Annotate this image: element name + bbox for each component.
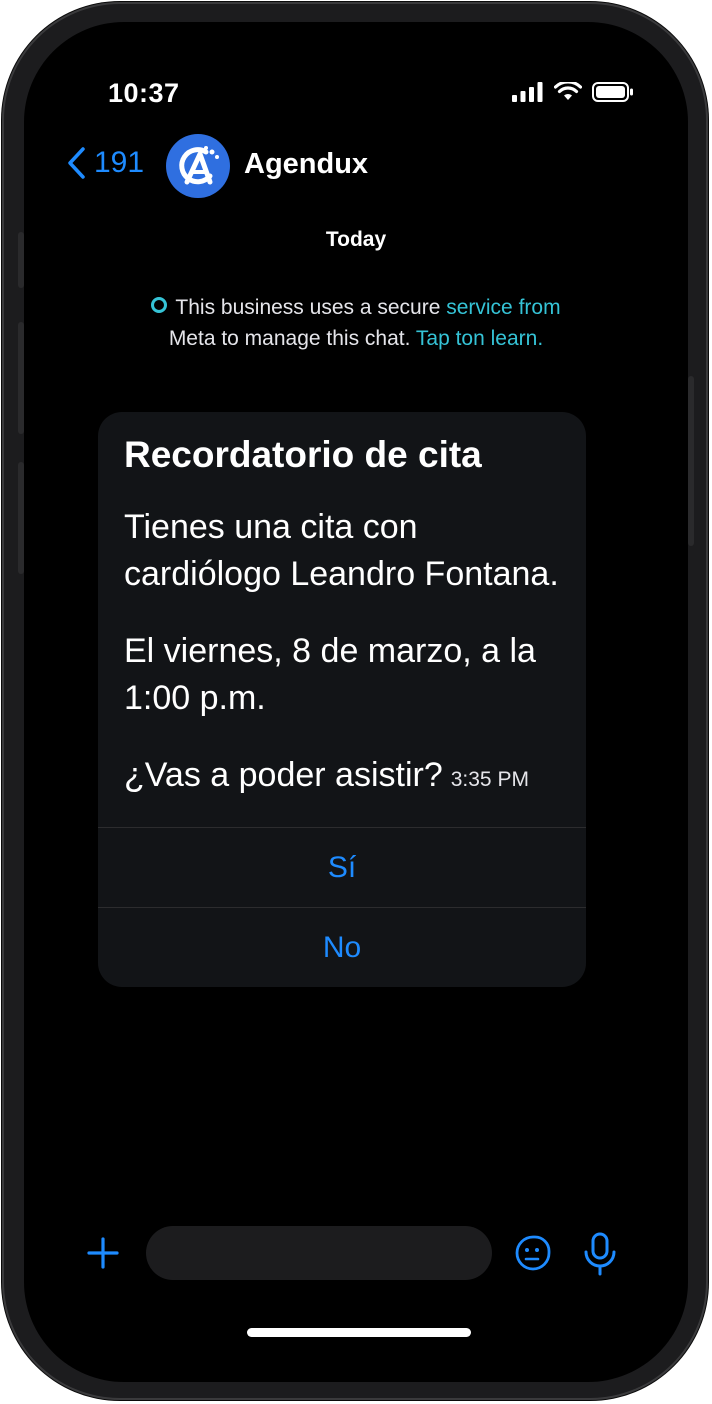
message-timestamp: 3:35 PM	[450, 768, 529, 791]
plus-icon[interactable]	[86, 1236, 120, 1270]
notice-link-1[interactable]: service from	[446, 296, 560, 319]
battery-icon	[592, 82, 633, 102]
home-indicator[interactable]	[247, 1328, 471, 1337]
sticker-icon[interactable]	[514, 1234, 552, 1272]
notice-text-1: This business uses a secure	[175, 296, 447, 319]
status-time: 10:37	[108, 78, 180, 108]
chevron-left-icon	[68, 147, 85, 179]
message-question-line: ¿Vas a poder asistir? 3:35 PM	[124, 752, 560, 803]
message-bubble: Recordatorio de cita Tienes una cita con…	[98, 412, 586, 987]
cellular-signal-icon	[512, 82, 543, 102]
wifi-icon	[554, 82, 582, 100]
microphone-icon[interactable]	[582, 1232, 618, 1276]
message-title: Recordatorio de cita	[124, 434, 482, 475]
message-paragraph: Tienes una cita con cardiólogo Leandro F…	[124, 508, 559, 593]
business-notice[interactable]: This business uses a secure service from…	[134, 292, 578, 354]
notice-link-2[interactable]: Tap ton learn.	[416, 327, 543, 350]
back-button[interactable]: 191	[66, 146, 144, 180]
message-body: Recordatorio de cita Tienes una cita con…	[98, 412, 586, 827]
status-icons	[512, 82, 634, 102]
quick-reply-no-button[interactable]: No	[98, 907, 586, 987]
message-input[interactable]	[146, 1226, 492, 1280]
quick-reply-yes-button[interactable]: Sí	[98, 827, 586, 907]
date-divider: Today	[325, 228, 387, 251]
meta-ring-icon	[151, 297, 168, 313]
agendux-logo-icon	[179, 146, 219, 185]
notice-text-2: Meta to manage this chat.	[168, 327, 416, 350]
back-count: 191	[94, 146, 145, 179]
power-button	[688, 376, 694, 546]
message-question: ¿Vas a poder asistir?	[124, 756, 443, 794]
message-paragraph: El viernes, 8 de marzo, a la 1:00 p.m.	[124, 632, 536, 717]
composer-bar	[24, 1222, 688, 1286]
contact-name[interactable]: Agendux	[244, 148, 368, 181]
avatar[interactable]	[166, 134, 230, 198]
phone-screen: 10:37 191 Agendux Today This business us…	[24, 22, 688, 1382]
